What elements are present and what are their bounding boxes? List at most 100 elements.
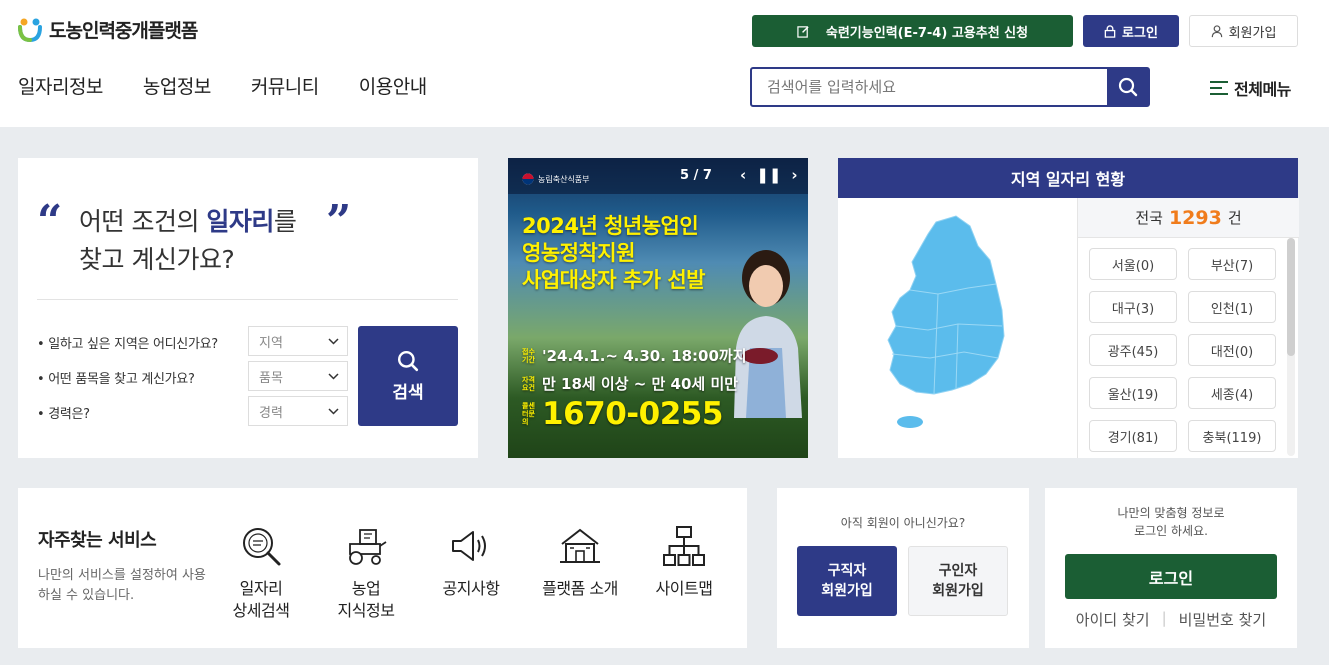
- apply-e74-button[interactable]: 숙련기능인력(E-7-4) 고용추천 신청: [752, 15, 1073, 47]
- banner-period: 접수기간 '24.4.1.~ 4.30. 18:00까지: [522, 345, 747, 366]
- tractor-icon: [349, 529, 387, 565]
- find-password-link[interactable]: 비밀번호 찾기: [1179, 609, 1267, 630]
- main-nav: 일자리정보 농업정보 커뮤니티 이용안내: [18, 72, 427, 99]
- chevron-down-icon: [328, 373, 339, 380]
- total-suffix: 건: [1227, 209, 1242, 227]
- question-item: • 어떤 품목을 찾고 계신가요?: [37, 372, 195, 387]
- banner-title-line: 영농정착지원: [522, 241, 635, 265]
- item-select[interactable]: 품목: [248, 361, 348, 391]
- magnifier-document-icon: [243, 528, 281, 566]
- region-item-gyeonggi[interactable]: 경기(81): [1089, 420, 1177, 452]
- condition-headline: 어떤 조건의 일자리를 찾고 계신가요?: [79, 203, 297, 279]
- region-item-daegu[interactable]: 대구(3): [1089, 291, 1177, 323]
- region-scrollbar-thumb[interactable]: [1287, 238, 1295, 356]
- next-icon[interactable]: ›: [791, 166, 797, 184]
- banner-counter: 5 / 7: [680, 168, 712, 183]
- login-message: 나만의 맞춤형 정보로 로그인 하세요.: [1045, 504, 1297, 540]
- logo-icon: [18, 18, 42, 42]
- service-sitemap[interactable]: 사이트맵: [629, 524, 739, 600]
- banner-title-line: 2024년 청년농업인: [522, 214, 699, 238]
- nav-item-jobs[interactable]: 일자리정보: [18, 72, 103, 99]
- frequent-services-panel: 자주찾는 서비스 나만의 서비스를 설정하여 사용하실 수 있습니다. 일자리 상…: [18, 488, 747, 648]
- farmhouse-icon: [560, 528, 600, 563]
- signup-top-label: 회원가입: [1228, 25, 1277, 41]
- employer-signup-label: 회원가입: [932, 583, 984, 599]
- service-label: 농업: [351, 579, 381, 598]
- all-menu-button[interactable]: 전체메뉴: [1210, 76, 1291, 100]
- service-job-search[interactable]: 일자리 상세검색: [206, 524, 316, 622]
- seeker-signup-label: 구직자: [827, 563, 867, 579]
- service-notice[interactable]: 공지사항: [416, 524, 526, 600]
- promo-banner[interactable]: 농림축산식품부 5 / 7 ‹ ❚❚ › 2024년 청년농업인 영농정착지원 …: [508, 158, 808, 458]
- sitemap-icon: [663, 526, 705, 566]
- user-icon: [1211, 24, 1222, 37]
- service-agri-knowledge[interactable]: 농업 지식정보: [311, 524, 421, 622]
- prev-icon[interactable]: ‹: [740, 166, 746, 184]
- ministry-name: 농림축산식품부: [538, 174, 590, 184]
- banner-title: 2024년 청년농업인 영농정착지원 사업대상자 추가 선발: [522, 213, 706, 294]
- nav-item-guide[interactable]: 이용안내: [359, 72, 427, 99]
- region-scrollbar[interactable]: [1287, 238, 1295, 456]
- region-item-gwangju[interactable]: 광주(45): [1089, 334, 1177, 366]
- region-item-sejong[interactable]: 세종(4): [1188, 377, 1276, 409]
- logo-text: 도농인력중개플랫폼: [49, 20, 198, 42]
- lock-icon: [1104, 24, 1116, 38]
- employer-signup-button[interactable]: 구인자 회원가입: [908, 546, 1008, 616]
- login-message-line: 로그인 하세요.: [1134, 524, 1208, 538]
- divider: [37, 299, 458, 300]
- join-panel: 아직 회원이 아니신가요? 구직자 회원가입 구인자 회원가입: [777, 488, 1029, 648]
- item-select-value: 품목: [259, 370, 283, 386]
- megaphone-icon: [452, 531, 486, 561]
- chevron-down-icon: [328, 338, 339, 345]
- signup-top-button[interactable]: 회원가입: [1189, 15, 1298, 47]
- apply-e74-label: 숙련기능인력(E-7-4) 고용추천 신청: [825, 25, 1029, 41]
- find-account-links: 아이디 찾기 | 비밀번호 찾기: [1045, 609, 1297, 630]
- headline-line2: 찾고 계신가요?: [79, 245, 235, 274]
- close-quote-icon: ”: [326, 196, 352, 247]
- region-item-ulsan[interactable]: 울산(19): [1089, 377, 1177, 409]
- search-button[interactable]: [1107, 69, 1148, 105]
- condition-search-button[interactable]: 검색: [358, 326, 458, 426]
- region-select-value: 지역: [259, 335, 283, 351]
- job-condition-panel: “ ” 어떤 조건의 일자리를 찾고 계신가요? • 일하고 싶은 지역은 어디…: [18, 158, 478, 458]
- seeker-signup-button[interactable]: 구직자 회원가입: [797, 546, 897, 616]
- login-top-button[interactable]: 로그인: [1083, 15, 1179, 47]
- login-message-line: 나만의 맞춤형 정보로: [1117, 506, 1225, 520]
- career-select[interactable]: 경력: [248, 396, 348, 426]
- banner-period-text: '24.4.1.~ 4.30. 18:00까지: [542, 347, 747, 365]
- nav-item-community[interactable]: 커뮤니티: [251, 72, 319, 99]
- region-item-daejeon[interactable]: 대전(0): [1188, 334, 1276, 366]
- open-quote-icon: “: [37, 196, 63, 247]
- ministry-emblem-icon: [522, 173, 534, 185]
- pause-icon[interactable]: ❚❚: [756, 166, 781, 184]
- chevron-down-icon: [328, 408, 339, 415]
- total-prefix: 전국: [1135, 209, 1163, 227]
- region-select[interactable]: 지역: [248, 326, 348, 356]
- region-item-busan[interactable]: 부산(7): [1188, 248, 1276, 280]
- join-question: 아직 회원이 아니신가요?: [840, 516, 966, 530]
- find-id-link[interactable]: 아이디 찾기: [1076, 609, 1150, 630]
- korea-map: [838, 198, 1077, 458]
- login-button[interactable]: 로그인: [1065, 554, 1277, 599]
- region-grid: 서울(0) 부산(7) 대구(3) 인천(1) 광주(45) 대전(0) 울산(…: [1089, 248, 1279, 452]
- service-platform-intro[interactable]: 플랫폼 소개: [525, 524, 635, 600]
- banner-title-line: 사업대상자 추가 선발: [522, 268, 706, 292]
- nav-item-agriculture[interactable]: 농업정보: [143, 72, 211, 99]
- banner-requirement-text: 만 18세 이상 ~ 만 40세 미만: [542, 375, 739, 393]
- headline-highlight: 일자리: [206, 207, 274, 236]
- service-label: 플랫폼 소개: [542, 579, 618, 598]
- banner-tag: 콜센터문의: [522, 402, 535, 426]
- search-icon: [1118, 77, 1137, 97]
- region-item-incheon[interactable]: 인천(1): [1188, 291, 1276, 323]
- services-title: 자주찾는 서비스: [38, 530, 157, 551]
- edit-icon: [797, 25, 809, 38]
- banner-requirement: 자격요건 만 18세 이상 ~ 만 40세 미만: [522, 373, 738, 394]
- search-input[interactable]: [752, 69, 1108, 105]
- logo[interactable]: 도농인력중개플랫폼: [17, 16, 198, 43]
- region-item-chungbuk[interactable]: 충북(119): [1188, 420, 1276, 452]
- korea-map-icon[interactable]: [838, 198, 1077, 458]
- regional-jobs-title: 지역 일자리 현황: [838, 158, 1298, 198]
- region-item-seoul[interactable]: 서울(0): [1089, 248, 1177, 280]
- question-career: • 경력은?: [37, 407, 90, 422]
- search-box: [750, 67, 1150, 107]
